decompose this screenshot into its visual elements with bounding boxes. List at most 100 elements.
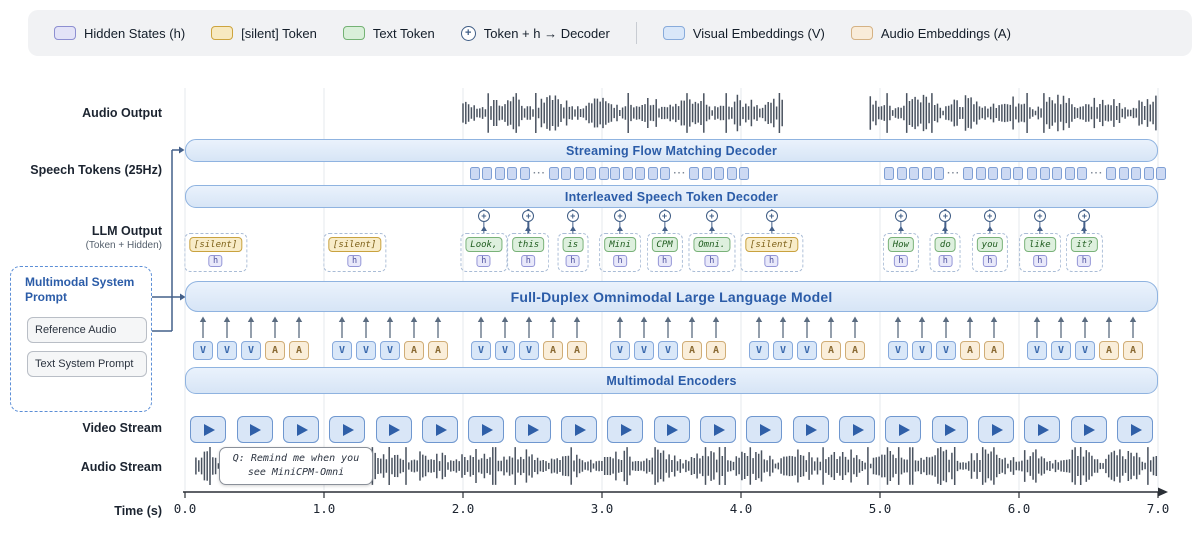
row-label-speech-tokens: Speech Tokens (25Hz)	[30, 163, 162, 177]
time-tick-label: 7.0	[1147, 501, 1170, 516]
speech-token-square	[1013, 167, 1023, 180]
speech-token-cluster	[549, 167, 609, 180]
legend-bar: Hidden States (h) [silent] Token Text Toke…	[28, 10, 1192, 56]
visual-embedding-box: V	[773, 341, 793, 360]
embedding-arrow-up-icon	[200, 317, 206, 323]
play-icon	[389, 424, 400, 436]
hidden-state-chip: h	[209, 255, 223, 267]
play-icon	[297, 424, 308, 436]
visual-embedding-box: V	[888, 341, 908, 360]
speech-token-square	[520, 167, 530, 180]
audio-embedding-box: A	[682, 341, 702, 360]
speech-token-group: ···	[884, 166, 1012, 180]
figure-canvas: Hidden States (h) [silent] Token Text Toke…	[0, 0, 1200, 550]
speech-token-square	[934, 167, 944, 180]
speech-token-square	[470, 167, 480, 180]
embedding-arrow-up-icon	[502, 317, 508, 323]
embedding-arrow-up-icon	[689, 317, 695, 323]
video-frame-button	[1024, 416, 1060, 443]
hidden-state-chip: h	[658, 255, 672, 267]
audio-embedding-box: A	[706, 341, 726, 360]
reference-audio-item: Reference Audio	[27, 317, 147, 343]
llm-token-group: youh	[972, 233, 1008, 272]
speech-token-square	[1065, 167, 1075, 180]
audio-embedding-box: A	[821, 341, 841, 360]
visual-embedding-box: V	[241, 341, 261, 360]
token-plus-icon: +	[659, 210, 671, 222]
play-icon	[575, 424, 586, 436]
visual-embedding-box: V	[217, 341, 237, 360]
token-arrow-up-icon	[987, 226, 993, 231]
token-plus-icon: +	[706, 210, 718, 222]
token-plus-icon: +	[1034, 210, 1046, 222]
token-arrow-up-icon	[769, 226, 775, 231]
speech-token-square	[586, 167, 596, 180]
audio-swatch-icon	[851, 26, 873, 40]
legend-item-text: Text Token	[343, 26, 435, 41]
play-icon	[1038, 424, 1049, 436]
speech-token-square	[549, 167, 559, 180]
embedding-arrow-up-icon	[1130, 317, 1136, 323]
play-icon	[853, 424, 864, 436]
embedding-arrow-up-icon	[617, 317, 623, 323]
legend-item-audio: Audio Embeddings (A)	[851, 26, 1011, 41]
legend-label: Hidden States (h)	[84, 26, 185, 41]
speech-token-square	[635, 167, 645, 180]
speech-token-square	[1052, 167, 1062, 180]
embedding-arrow-up-icon	[478, 317, 484, 323]
speech-token-square	[1001, 167, 1011, 180]
speech-token-square	[660, 167, 670, 180]
legend-item-hidden: Hidden States (h)	[54, 26, 185, 41]
ellipsis-dots: ···	[1087, 168, 1106, 179]
embedding-arrow-up-icon	[665, 317, 671, 323]
speech-token-square	[1040, 167, 1050, 180]
time-tick-label: 0.0	[174, 501, 197, 516]
speech-token-square	[495, 167, 505, 180]
play-icon	[945, 424, 956, 436]
play-icon	[992, 424, 1003, 436]
text-token: How	[888, 237, 914, 252]
legend-divider	[636, 22, 637, 44]
text-token: Mini	[604, 237, 636, 252]
text-token: this	[512, 237, 544, 252]
text-token: is	[562, 237, 583, 252]
hidden-state-chip: h	[705, 255, 719, 267]
text-token: you	[977, 237, 1003, 252]
speech-token-square	[739, 167, 749, 180]
visual-embedding-box: V	[495, 341, 515, 360]
time-tick-label: 1.0	[313, 501, 336, 516]
video-frame-button	[468, 416, 504, 443]
visual-embedding-box: V	[749, 341, 769, 360]
speech-token-square	[714, 167, 724, 180]
speech-token-square	[1119, 167, 1129, 180]
visual-embedding-box: V	[1051, 341, 1071, 360]
multimodal-encoders-bar: Multimodal Encoders	[185, 367, 1158, 394]
embedding-arrow-up-icon	[296, 317, 302, 323]
llm-token-group: is h	[557, 233, 588, 272]
video-frame-button	[422, 416, 458, 443]
token-plus-icon: +	[766, 210, 778, 222]
silent-token: [silent]	[745, 237, 798, 252]
play-icon	[1131, 424, 1142, 436]
embedding-arrow-up-icon	[756, 317, 762, 323]
speech-token-cluster	[470, 167, 530, 180]
hidden-state-chip: h	[938, 255, 952, 267]
embedding-arrow-up-icon	[828, 317, 834, 323]
silent-token: [silent]	[328, 237, 381, 252]
embedding-arrow-up-icon	[1058, 317, 1064, 323]
visual-embedding-box: V	[332, 341, 352, 360]
hidden-state-chip: h	[566, 255, 580, 267]
token-plus-icon: +	[895, 210, 907, 222]
legend-label: Text Token	[373, 26, 435, 41]
legend-label: Audio Embeddings (A)	[881, 26, 1011, 41]
hidden-state-chip: h	[477, 255, 491, 267]
token-arrow-up-icon	[525, 226, 531, 231]
llm-token-group: likeh	[1019, 233, 1061, 272]
speech-token-group: ···	[1027, 166, 1151, 180]
token-arrow-up-icon	[1081, 226, 1087, 231]
question-bubble-line2: see MiniCPM-Omni	[226, 466, 366, 480]
embedding-arrow-up-icon	[1034, 317, 1040, 323]
legend-item-silent: [silent] Token	[211, 26, 317, 41]
play-icon	[806, 424, 817, 436]
speech-token-square	[1106, 167, 1116, 180]
